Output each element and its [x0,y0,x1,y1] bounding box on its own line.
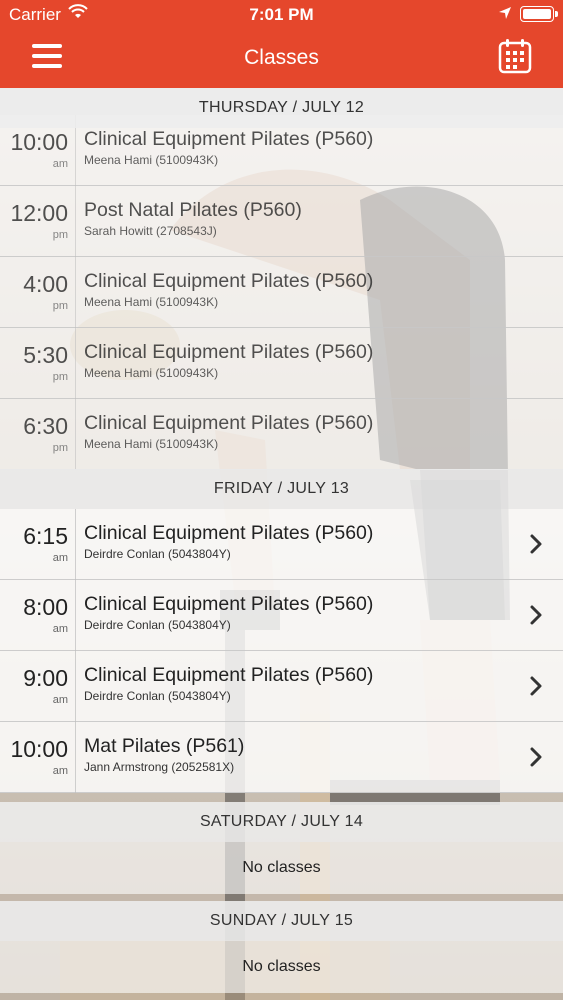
class-instructor: Sarah Howitt (2708543J) [84,224,217,238]
class-instructor: Deirdre Conlan (5043804Y) [84,689,231,703]
class-list[interactable]: THURSDAY / JULY 12 10:00 am Clinical Equ… [0,88,563,1000]
class-name: Clinical Equipment Pilates (P560) [84,128,374,150]
page-title: Classes [244,46,319,69]
class-row[interactable]: 12:00 pm Post Natal Pilates (P560) Sarah… [0,186,563,257]
class-name: Clinical Equipment Pilates (P560) [84,522,374,544]
class-ampm: am [52,623,68,635]
class-row[interactable]: 9:00 am Clinical Equipment Pilates (P560… [0,651,563,722]
class-name: Mat Pilates (P561) [84,735,245,757]
class-row[interactable]: 6:15 am Clinical Equipment Pilates (P560… [0,509,563,580]
class-time: 10:00 [10,129,68,155]
class-time: 10:00 [10,736,68,762]
class-time: 12:00 [10,200,68,226]
divider [75,722,76,793]
day-header-sunday: SUNDAY / JULY 15 [0,901,563,941]
class-ampm: am [52,158,68,170]
class-time: 5:30 [23,342,68,368]
class-time: 9:00 [23,665,68,691]
class-name: Clinical Equipment Pilates (P560) [84,341,374,363]
class-ampm: pm [52,371,68,383]
chevron-right-icon [530,534,542,554]
app-header: Carrier 7:01 PM Classes [0,0,563,88]
chevron-right-icon [530,676,542,696]
divider [75,580,76,651]
chevron-right-icon [530,605,542,625]
class-name: Clinical Equipment Pilates (P560) [84,593,374,615]
class-ampm: pm [52,229,68,241]
battery-icon [520,6,558,22]
status-time: 7:01 PM [249,5,314,24]
day-header-thursday-sticky: THURSDAY / JULY 12 [0,88,563,128]
class-row[interactable]: 4:00 pm Clinical Equipment Pilates (P560… [0,257,563,328]
divider [75,186,76,257]
divider [75,509,76,580]
day-header-friday: FRIDAY / JULY 13 [0,469,563,509]
class-time: 8:00 [23,594,68,620]
class-instructor: Deirdre Conlan (5043804Y) [84,547,231,561]
class-row[interactable]: 8:00 am Clinical Equipment Pilates (P560… [0,580,563,651]
class-ampm: am [52,552,68,564]
class-row[interactable]: 6:30 pm Clinical Equipment Pilates (P560… [0,399,563,470]
day-header-saturday: SATURDAY / JULY 14 [0,802,563,842]
class-row[interactable]: 10:00 am Mat Pilates (P561) Jann Armstro… [0,722,563,793]
class-time: 4:00 [23,271,68,297]
class-ampm: am [52,765,68,777]
class-instructor: Meena Hami (5100943K) [84,153,219,167]
class-instructor: Jann Armstrong (2052581X) [84,760,235,774]
class-ampm: am [52,694,68,706]
class-name: Post Natal Pilates (P560) [84,199,302,221]
class-row[interactable]: 5:30 pm Clinical Equipment Pilates (P560… [0,328,563,399]
divider [75,651,76,722]
class-instructor: Meena Hami (5100943K) [84,366,219,380]
class-instructor: Meena Hami (5100943K) [84,295,219,309]
status-bar: Carrier 7:01 PM [0,0,563,30]
no-classes-message: No classes [0,842,563,894]
divider [75,399,76,470]
class-name: Clinical Equipment Pilates (P560) [84,270,374,292]
class-instructor: Meena Hami (5100943K) [84,437,219,451]
divider [75,328,76,399]
calendar-icon[interactable] [498,38,532,74]
class-name: Clinical Equipment Pilates (P560) [84,664,374,686]
location-arrow-icon [499,7,511,19]
chevron-right-icon [530,747,542,767]
class-instructor: Deirdre Conlan (5043804Y) [84,618,231,632]
class-time: 6:30 [23,413,68,439]
divider [75,257,76,328]
class-name: Clinical Equipment Pilates (P560) [84,412,374,434]
no-classes-message: No classes [0,941,563,993]
class-ampm: pm [52,442,68,454]
class-time: 6:15 [23,523,68,549]
class-ampm: pm [52,300,68,312]
